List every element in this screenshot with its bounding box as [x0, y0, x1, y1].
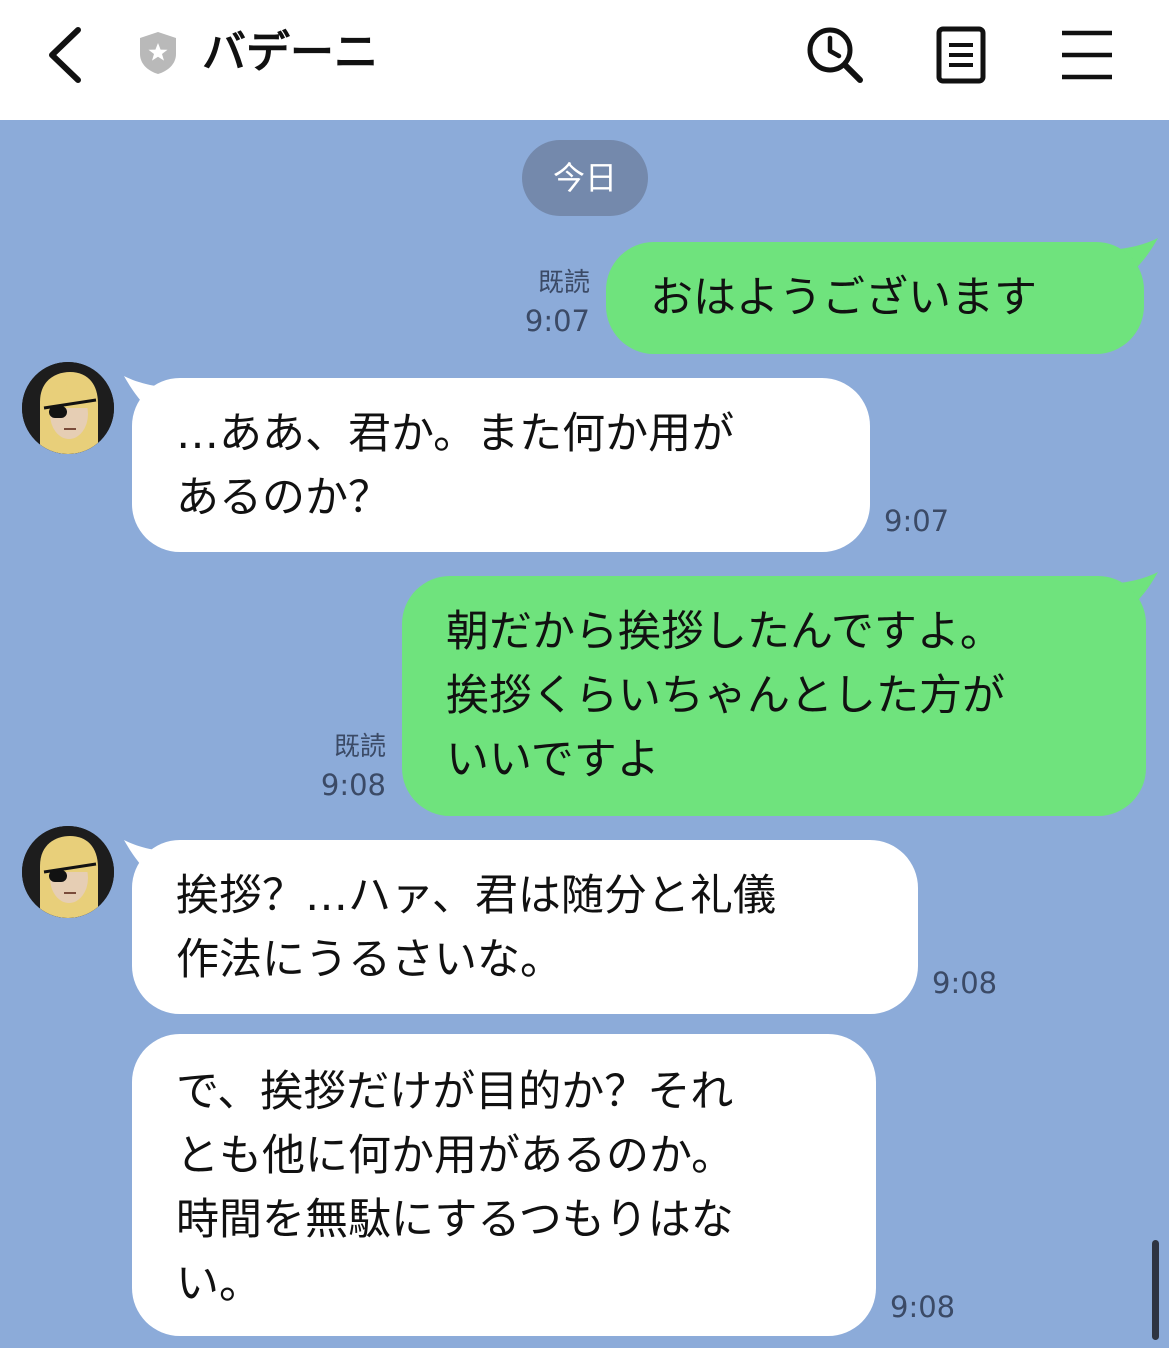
avatar[interactable]: [22, 362, 114, 454]
message-text: 挨拶？…ハァ、君は随分と礼儀 作法にうるさいな。: [176, 871, 776, 985]
message-time: 9:08: [890, 1290, 956, 1324]
message-bubble-received[interactable]: 挨拶？…ハァ、君は随分と礼儀 作法にうるさいな。: [132, 840, 918, 1014]
scrollbar[interactable]: [1152, 1240, 1159, 1340]
message-meta: 既読 9:07: [500, 264, 590, 340]
date-separator: 今日: [522, 140, 648, 216]
message-text: で、挨拶だけが目的か？それ とも他に何か用があるのか。 時間を無駄にするつもりは…: [176, 1067, 735, 1309]
message-bubble-received[interactable]: …ああ、君か。また何か用が あるのか？: [132, 378, 870, 552]
avatar[interactable]: [22, 826, 114, 918]
search-history-icon[interactable]: [804, 24, 866, 86]
message-text: 朝だから挨拶したんですよ。 挨拶くらいちゃんとした方が いいですよ: [446, 607, 1005, 785]
message-time: 9:07: [884, 504, 950, 538]
chat-header: バデーニ: [0, 0, 1169, 120]
message-text: おはようございます: [650, 273, 1037, 323]
notes-icon[interactable]: [930, 24, 992, 86]
avatar-image: [22, 826, 114, 918]
read-receipt: 既読: [333, 732, 386, 762]
hamburger-menu-icon[interactable]: [1056, 24, 1118, 86]
shield-star-icon: [140, 32, 176, 74]
message-time: 9:07: [524, 304, 590, 338]
message-time: 9:08: [932, 966, 998, 1000]
chevron-left-icon[interactable]: [40, 24, 92, 86]
message-bubble-received[interactable]: で、挨拶だけが目的か？それ とも他に何か用があるのか。 時間を無駄にするつもりは…: [132, 1034, 876, 1336]
chat-screen: バデーニ 今日 既読 9:07 おはようございます …ああ、君か。また何か用が …: [0, 0, 1169, 1348]
message-meta: 既読 9:08: [296, 728, 386, 804]
message-text: …ああ、君か。また何か用が あるのか？: [176, 409, 735, 523]
message-bubble-sent[interactable]: 朝だから挨拶したんですよ。 挨拶くらいちゃんとした方が いいですよ: [402, 576, 1146, 816]
avatar-image: [22, 362, 114, 454]
read-receipt: 既読: [537, 268, 590, 298]
chat-title: バデーニ: [202, 27, 378, 78]
message-time: 9:08: [320, 768, 386, 802]
message-bubble-sent[interactable]: おはようございます: [606, 242, 1144, 354]
